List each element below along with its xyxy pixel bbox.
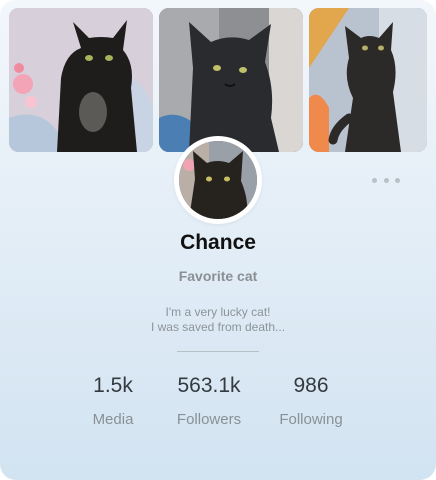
stat-value: 1.5k [93, 374, 133, 397]
stat-following[interactable]: 986 Following [256, 374, 366, 428]
profile-card: Chance Favorite cat I'm a very lucky cat… [0, 0, 436, 480]
profile-bio: I'm a very lucky cat! I was saved from d… [0, 305, 436, 335]
gallery-photo[interactable] [9, 8, 153, 152]
cat-photo-image [9, 8, 153, 152]
avatar[interactable] [174, 136, 262, 224]
stat-label: Media [92, 411, 134, 428]
gallery-photo[interactable] [309, 8, 427, 152]
stat-value: 986 [293, 374, 329, 397]
more-dot [383, 177, 389, 183]
cat-photo-image [159, 8, 303, 152]
stat-label: Followers [176, 411, 242, 428]
more-dot [395, 177, 400, 183]
bio-line: I was saved from death... [150, 320, 286, 334]
avatar-image [179, 141, 257, 219]
profile-name: Chance [180, 231, 256, 254]
more-options-button[interactable] [372, 172, 400, 188]
gallery-photo[interactable] [159, 8, 303, 152]
photo-gallery [9, 8, 427, 152]
stat-followers[interactable]: 563.1k Followers [154, 374, 264, 428]
divider [177, 351, 259, 352]
profile-subtitle: Favorite cat [178, 268, 258, 284]
stat-media[interactable]: 1.5k Media [58, 374, 168, 428]
more-horizontal-icon [372, 177, 377, 183]
stat-label: Following [279, 411, 343, 428]
stat-value: 563.1k [177, 374, 241, 397]
bio-line: I'm a very lucky cat! [165, 305, 271, 319]
cat-photo-image [309, 8, 427, 152]
